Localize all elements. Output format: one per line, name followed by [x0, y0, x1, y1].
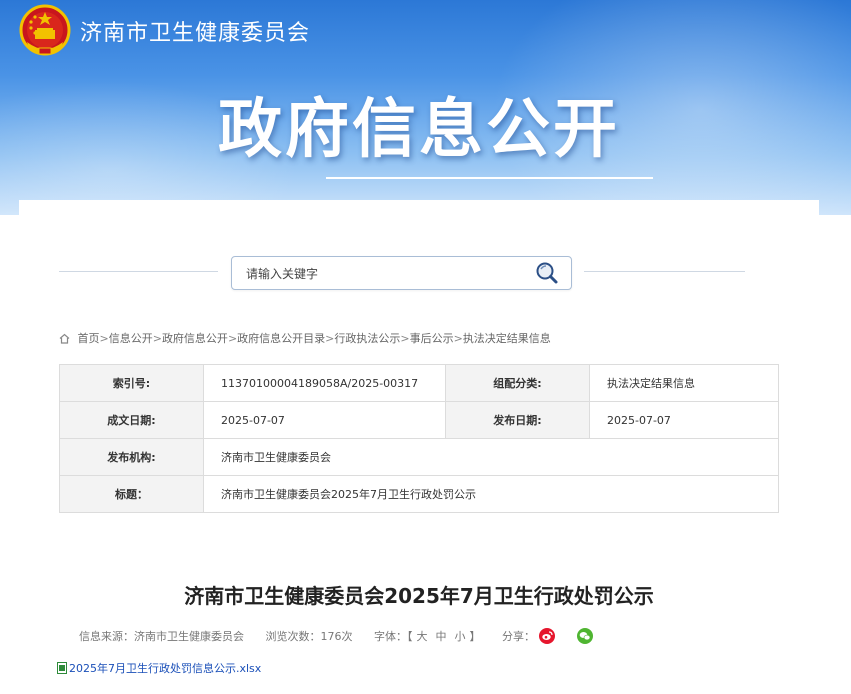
created-date-label: 成文日期:: [59, 401, 204, 439]
title-value: 济南市卫生健康委员会2025年7月卫生行政处罚公示: [203, 475, 779, 513]
divider: [59, 271, 218, 272]
created-date-value: 2025-07-07: [203, 401, 446, 439]
search-icon: [536, 262, 558, 284]
weibo-share-icon[interactable]: [539, 628, 555, 644]
article-info-row: 信息来源：济南市卫生健康委员会 浏览次数：176次 字体：【大中小】 分享：: [79, 628, 629, 644]
breadcrumb-gov-info-catalog[interactable]: 政府信息公开目录: [237, 332, 325, 345]
published-date-label: 发布日期:: [445, 401, 590, 439]
breadcrumb-separator: >: [227, 332, 238, 345]
divider: [584, 271, 745, 272]
font-size-small[interactable]: 小: [455, 630, 466, 643]
content-card: 首页>信息公开>政府信息公开>政府信息公开目录>行政执法公示>事后公示>执法决定…: [19, 200, 819, 694]
header-banner: 济南市卫生健康委员会 政府信息公开: [0, 0, 851, 215]
article-views: 浏览次数：176次: [265, 630, 353, 643]
breadcrumb-separator: >: [152, 332, 162, 345]
table-row: 标题： 济南市卫生健康委员会2025年7月卫生行政处罚公示: [59, 475, 779, 513]
breadcrumb-separator: >: [400, 332, 410, 345]
breadcrumb-enforcement-publicity[interactable]: 行政执法公示: [334, 332, 400, 345]
info-metadata-table: 索引号: 11370100004189058A/2025-00317 组配分类:…: [59, 364, 779, 513]
breadcrumb-separator: >: [325, 332, 335, 345]
table-row: 发布机构: 济南市卫生健康委员会: [59, 438, 779, 476]
search-box: [231, 256, 572, 290]
share-group: 分享：: [502, 628, 611, 644]
search-button[interactable]: [533, 261, 561, 285]
font-size-control: 字体：【大中小】: [374, 630, 481, 643]
site-name[interactable]: 济南市卫生健康委员会: [80, 15, 310, 47]
breadcrumb-enforcement-results[interactable]: 执法决定结果信息: [463, 332, 551, 345]
breadcrumb-post-publicity[interactable]: 事后公示: [410, 332, 454, 345]
breadcrumb-separator: >: [453, 332, 463, 345]
attachment: 2025年7月卫生行政处罚信息公示.xlsx: [57, 660, 261, 676]
table-row: 索引号: 11370100004189058A/2025-00317 组配分类:…: [59, 364, 779, 402]
index-label: 索引号:: [59, 364, 204, 402]
search-input[interactable]: [244, 264, 518, 284]
breadcrumb-home[interactable]: 首页: [78, 332, 100, 345]
published-date-value: 2025-07-07: [589, 401, 779, 439]
home-icon: [59, 333, 70, 344]
attachment-link[interactable]: 2025年7月卫生行政处罚信息公示.xlsx: [69, 662, 261, 675]
category-value: 执法决定结果信息: [589, 364, 779, 402]
banner-title-underline: [326, 177, 653, 179]
font-size-bracket: 】: [469, 630, 481, 643]
title-label: 标题：: [59, 475, 204, 513]
breadcrumb-info-open[interactable]: 信息公开: [109, 332, 153, 345]
index-value: 11370100004189058A/2025-00317: [203, 364, 446, 402]
agency-value: 济南市卫生健康委员会: [203, 438, 779, 476]
excel-file-icon: [57, 662, 67, 674]
agency-label: 发布机构:: [59, 438, 204, 476]
wechat-share-icon[interactable]: [577, 628, 593, 644]
font-size-label: 字体：【: [374, 630, 413, 643]
category-label: 组配分类:: [445, 364, 590, 402]
banner-title: 政府信息公开: [218, 93, 620, 167]
breadcrumb: 首页>信息公开>政府信息公开>政府信息公开目录>行政执法公示>事后公示>执法决定…: [59, 330, 551, 346]
share-label: 分享：: [502, 630, 535, 643]
table-row: 成文日期: 2025-07-07 发布日期: 2025-07-07: [59, 401, 779, 439]
font-size-medium[interactable]: 中: [436, 630, 447, 643]
article-source: 信息来源：济南市卫生健康委员会: [79, 630, 244, 643]
breadcrumb-separator: >: [99, 332, 109, 345]
breadcrumb-gov-info-open[interactable]: 政府信息公开: [162, 332, 228, 345]
font-size-large[interactable]: 大: [417, 630, 428, 643]
national-emblem-icon: [19, 4, 71, 56]
article-title: 济南市卫生健康委员会2025年7月卫生行政处罚公示: [184, 584, 654, 608]
